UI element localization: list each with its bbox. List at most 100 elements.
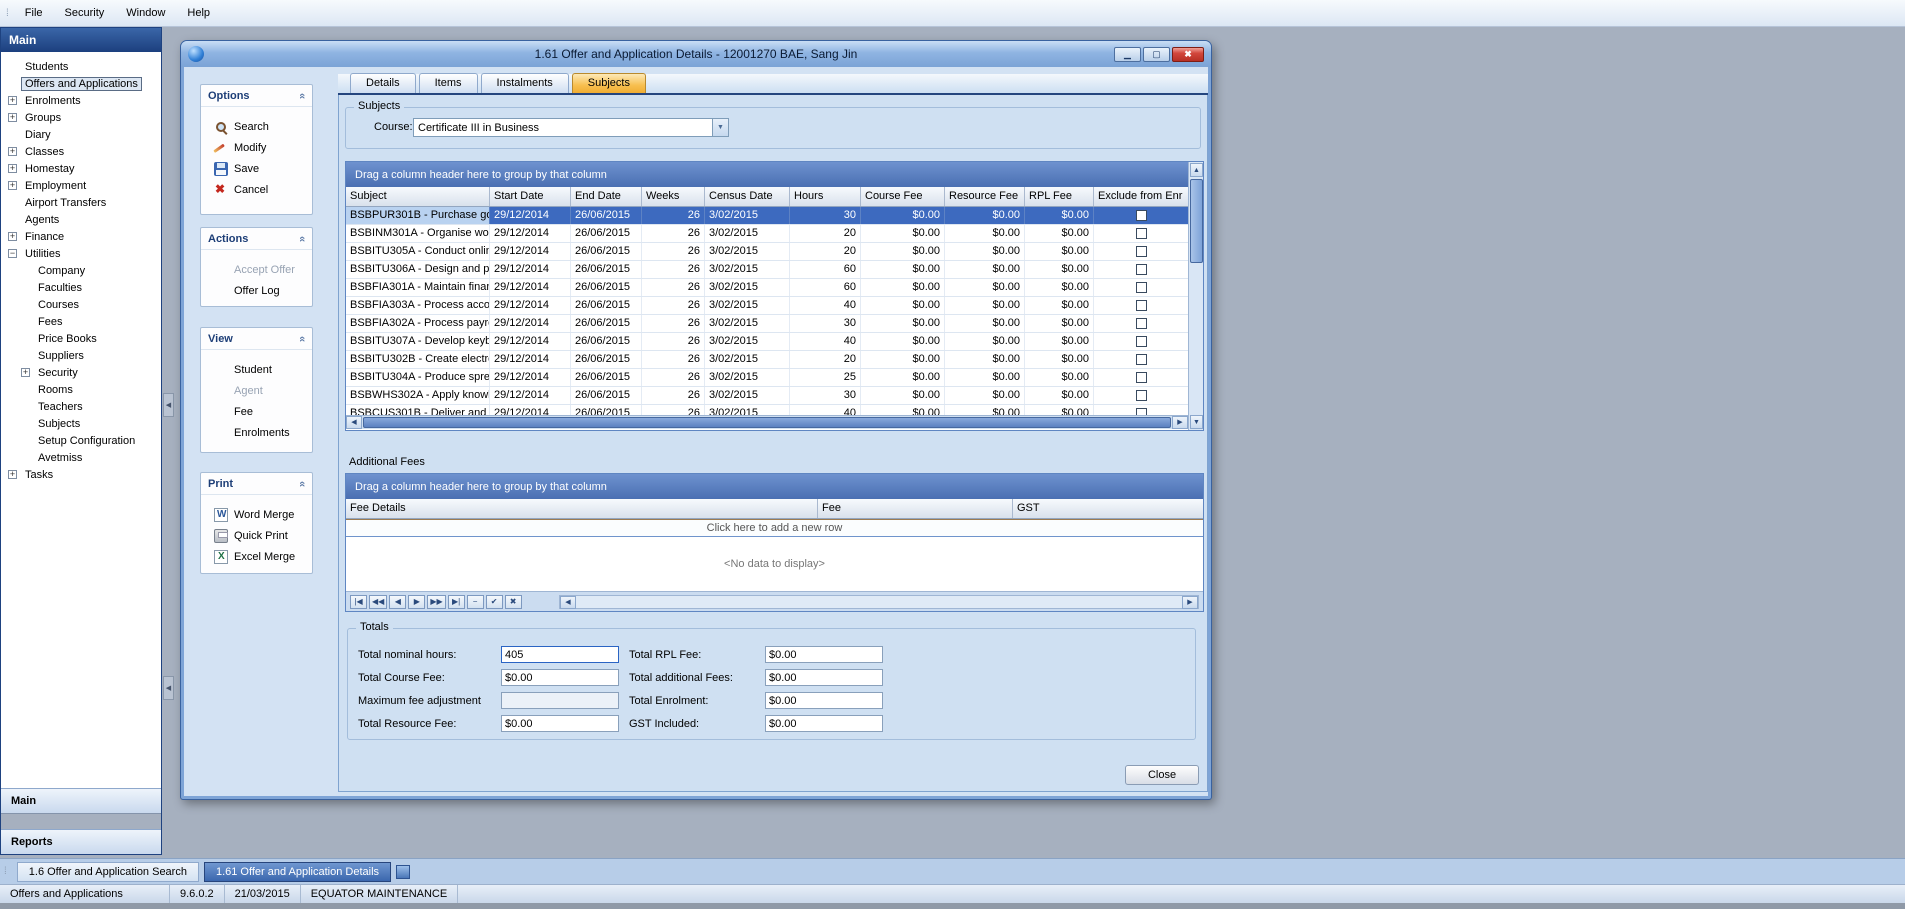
exclude-checkbox[interactable] [1136,390,1147,401]
exclude-checkbox[interactable] [1136,210,1147,221]
tree-item[interactable]: + Homestay [1,160,161,177]
table-row[interactable]: BSBITU306A - Design and prod 29/12/2014 … [346,261,1188,279]
exclude-checkbox[interactable] [1136,336,1147,347]
tab-offer-details[interactable]: 1.61 Offer and Application Details [204,862,391,882]
tab-details[interactable]: Details [350,73,416,93]
scroll-down-icon[interactable]: ▼ [1190,415,1203,429]
tab-offer-search[interactable]: 1.6 Offer and Application Search [17,862,199,882]
window-titlebar[interactable]: 1.61 Offer and Application Details - 120… [181,41,1211,67]
options-panel-header[interactable]: Options [201,85,312,107]
column-header-census-date[interactable]: Census Date [705,187,790,206]
tree-expander-icon[interactable] [21,453,30,462]
tree-expander-icon[interactable]: + [8,147,17,156]
word-merge-button[interactable]: Word Merge [201,504,312,525]
column-header-rpl-fee[interactable]: RPL Fee [1025,187,1094,206]
table-row[interactable]: BSBFIA303A - Process accoun 29/12/2014 2… [346,297,1188,315]
chevron-up-icon[interactable] [299,90,305,102]
scroll-right-icon[interactable]: ▶ [1182,596,1198,609]
column-header-fee-details[interactable]: Fee Details [346,499,818,518]
scroll-left-icon[interactable]: ◀ [346,416,362,429]
vertical-scrollbar[interactable]: ▲ ▼ [1188,162,1203,430]
table-row[interactable]: BSBFIA302A - Process payroll 29/12/2014 … [346,315,1188,333]
table-row[interactable]: BSBINM301A - Organise workpl 29/12/2014 … [346,225,1188,243]
total-enrolment-field[interactable] [765,692,883,709]
tree-item[interactable]: Company [1,262,161,279]
scroll-left-icon[interactable]: ◀ [560,596,576,609]
column-header-resource-fee[interactable]: Resource Fee [945,187,1025,206]
tab-items[interactable]: Items [419,73,478,93]
modify-button[interactable]: Modify [201,137,312,158]
column-header-weeks[interactable]: Weeks [642,187,705,206]
search-button[interactable]: Search [201,116,312,137]
gst-included-field[interactable] [765,715,883,732]
maximize-icon[interactable] [1143,47,1170,62]
tree-item[interactable]: + Enrolments [1,92,161,109]
max-fee-adjustment-field[interactable] [501,692,619,709]
tree-expander-icon[interactable]: + [8,470,17,479]
table-row[interactable]: BSBITU307A - Develop keyboa 29/12/2014 2… [346,333,1188,351]
tree-item[interactable]: Suppliers [1,347,161,364]
collapse-left-icon[interactable] [163,676,174,700]
menu-security[interactable]: Security [54,3,116,23]
tree-expander-icon[interactable]: + [21,368,30,377]
grid-nav-button[interactable]: ◀◀ [369,595,387,609]
tree-expander-icon[interactable]: + [8,164,17,173]
total-course-fee-field[interactable] [501,669,619,686]
table-row[interactable]: BSBITU302B - Create electron 29/12/2014 … [346,351,1188,369]
tree-expander-icon[interactable] [21,317,30,326]
tree-item[interactable]: Teachers [1,398,161,415]
column-header-start-date[interactable]: Start Date [490,187,571,206]
grid-nav-button[interactable]: ▶▶ [427,595,445,609]
tree-expander-icon[interactable] [21,334,30,343]
table-row[interactable]: BSBCUS301B - Deliver and mo 29/12/2014 2… [346,405,1188,415]
chevron-up-icon[interactable] [299,333,305,345]
tree-expander-icon[interactable]: + [8,113,17,122]
tree-expander-icon[interactable]: + [8,232,17,241]
tree-expander-icon[interactable] [21,436,30,445]
tree-expander-icon[interactable] [21,266,30,275]
tab-instalments[interactable]: Instalments [481,73,569,93]
tree-expander-icon[interactable] [21,300,30,309]
tree-item[interactable]: Price Books [1,330,161,347]
grid-nav-button[interactable]: ✔ [486,595,503,609]
sidebar-button-reports[interactable]: Reports [1,829,161,854]
column-header-exclude[interactable]: Exclude from Enr [1094,187,1188,206]
grid-nav-button[interactable]: ▶ [408,595,425,609]
column-header-subject[interactable]: Subject [346,187,490,206]
close-icon[interactable] [1172,47,1204,62]
tab-subjects[interactable]: Subjects [572,73,646,93]
tree-expander-icon[interactable] [8,198,17,207]
tree-expander-icon[interactable]: − [8,249,17,258]
menu-help[interactable]: Help [176,3,221,23]
tree-expander-icon[interactable]: + [8,181,17,190]
tree-item[interactable]: + Tasks [1,466,161,483]
tree-expander-icon[interactable] [8,62,17,71]
sidebar-splitter[interactable] [1,813,161,829]
scrollbar-thumb[interactable] [363,417,1171,428]
collapse-left-icon[interactable] [163,393,174,417]
tree-item[interactable]: + Security [1,364,161,381]
exclude-checkbox[interactable] [1136,282,1147,293]
view-enrolments-button[interactable]: Enrolments [201,422,312,443]
column-header-hours[interactable]: Hours [790,187,861,206]
exclude-checkbox[interactable] [1136,318,1147,329]
tree-item[interactable]: + Groups [1,109,161,126]
total-additional-fees-field[interactable] [765,669,883,686]
grid-nav-button[interactable]: ✖ [505,595,522,609]
navigator-scrollbar[interactable]: ◀ ▶ [559,595,1199,609]
scroll-right-icon[interactable]: ▶ [1172,416,1188,429]
exclude-checkbox[interactable] [1136,228,1147,239]
table-row[interactable]: BSBPUR301B - Purchase goods 29/12/2014 2… [346,207,1188,225]
grid-nav-button[interactable]: |◀ [350,595,367,609]
tree-item[interactable]: Setup Configuration [1,432,161,449]
scrollbar-thumb[interactable] [1190,179,1203,263]
horizontal-scrollbar[interactable]: ◀ ▶ [346,415,1188,429]
menu-window[interactable]: Window [115,3,176,23]
grid-nav-button[interactable]: − [467,595,484,609]
chevron-up-icon[interactable] [299,233,305,245]
tree-expander-icon[interactable] [8,79,17,88]
tree-item[interactable]: Courses [1,296,161,313]
exclude-checkbox[interactable] [1136,264,1147,275]
table-row[interactable]: BSBWHS302A - Apply knowled 29/12/2014 26… [346,387,1188,405]
tree-item[interactable]: Faculties [1,279,161,296]
